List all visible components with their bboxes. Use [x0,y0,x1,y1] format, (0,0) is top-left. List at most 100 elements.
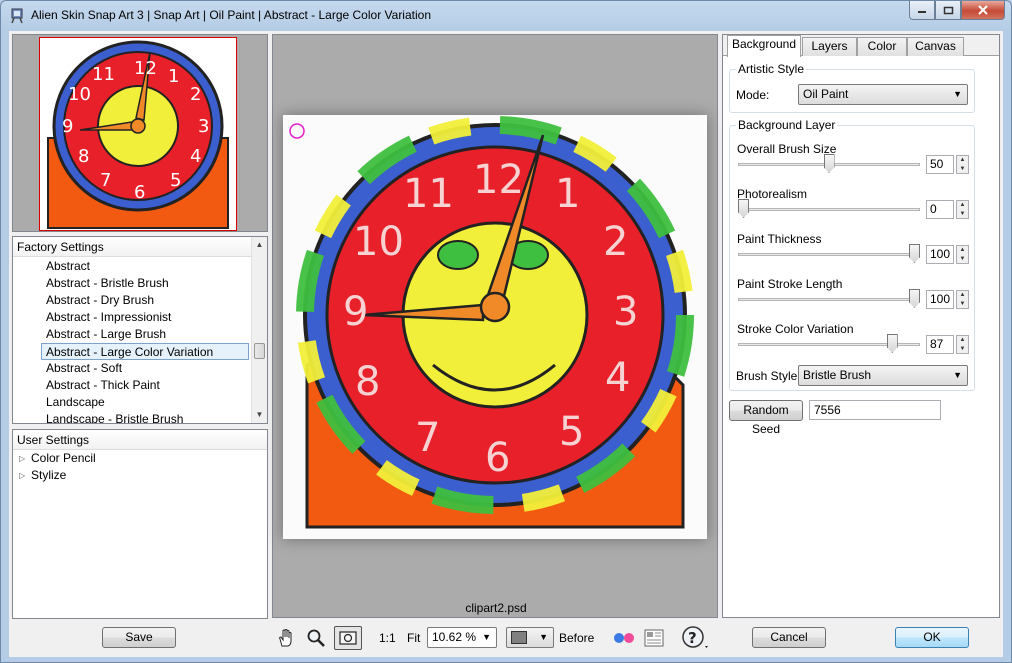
slider-value-input[interactable]: 87 [926,335,954,354]
tree-item-stylize[interactable]: ▷ Stylize [13,467,267,484]
tab-color[interactable]: Color [857,37,907,56]
background-color-select[interactable]: ▼ [506,627,554,648]
spin-down-icon[interactable]: ▼ [957,255,968,264]
random-seed-input[interactable]: 7556 [809,400,941,420]
dropdown-arrow-icon: ▼ [953,89,962,99]
slider-track[interactable] [738,253,920,256]
window-title: Alien Skin Snap Art 3 | Snap Art | Oil P… [31,8,431,22]
slider-label: Overall Brush Size [737,142,837,156]
app-window: Alien Skin Snap Art 3 | Snap Art | Oil P… [0,0,1012,663]
clock-numeral: 1 [555,171,580,217]
hand-tool[interactable] [274,626,298,650]
preset-item[interactable]: Abstract [13,258,251,275]
preset-item[interactable]: Abstract - Bristle Brush [13,275,251,292]
expand-triangle-icon[interactable]: ▷ [19,450,31,467]
spin-buttons[interactable]: ▲ ▼ [956,245,969,264]
cancel-button[interactable]: Cancel [752,627,826,648]
slider-thumb[interactable] [886,334,898,353]
slider-thumb[interactable] [909,244,920,263]
presets-scrollbar[interactable]: ▲ ▼ [251,237,267,423]
preset-item[interactable]: Abstract - Large Brush [13,326,251,343]
before-toggle[interactable]: Before [559,631,594,645]
tab-canvas[interactable]: Canvas [907,37,964,56]
preset-item[interactable]: Abstract - Impressionist [13,309,251,326]
preset-item[interactable]: Abstract - Dry Brush [13,292,251,309]
slider-thumb[interactable] [823,154,835,173]
brush-style-value: Bristle Brush [803,368,872,382]
svg-text:9: 9 [62,116,73,137]
one-to-one-zoom[interactable]: 1:1 [379,631,396,645]
gray-swatch-icon [511,631,527,645]
slider-thumb[interactable] [738,199,749,218]
slider-paint-stroke-length: Paint Stroke Length 100 ▲ ▼ [730,277,978,322]
clock-numeral: 3 [613,289,638,335]
tree-item-color-pencil[interactable]: ▷ Color Pencil [13,450,267,467]
svg-text:4: 4 [190,146,201,167]
spin-down-icon[interactable]: ▼ [957,210,968,219]
spin-buttons[interactable]: ▲ ▼ [956,335,969,354]
zoom-value: 10.62 % [432,630,477,644]
preset-item[interactable]: Abstract - Soft [13,360,251,377]
slider-value-input[interactable]: 100 [926,290,954,309]
slider-photorealism: Photorealism 0 ▲ ▼ [730,187,978,232]
spin-buttons[interactable]: ▲ ▼ [956,290,969,309]
svg-text:1: 1 [168,66,179,87]
spin-down-icon[interactable]: ▼ [957,165,968,174]
tab-background[interactable]: Background [727,35,801,57]
spin-down-icon[interactable]: ▼ [957,300,968,309]
layout-button[interactable] [642,626,666,650]
slider-value-input[interactable]: 50 [926,155,954,174]
tab-layers[interactable]: Layers [802,37,857,56]
expand-triangle-icon[interactable]: ▷ [19,467,31,484]
spin-up-icon[interactable]: ▲ [957,291,968,300]
preview-panel[interactable]: 12 1 2 3 4 5 6 7 8 9 10 11 clipart2.psd [272,34,718,618]
scroll-up-icon[interactable]: ▲ [252,237,267,253]
preset-thumbnail[interactable]: 12 1 2 3 45 6 78 9 10 11 [39,37,237,231]
brush-style-select[interactable]: Bristle Brush ▼ [798,365,968,386]
svg-text:7: 7 [100,170,111,191]
svg-text:?: ? [688,629,697,647]
help-button[interactable]: ? [681,626,709,650]
preset-item-selected[interactable]: Abstract - Large Color Variation [41,343,249,360]
fit-zoom[interactable]: Fit [407,631,420,645]
close-button[interactable] [961,1,1005,20]
spin-up-icon[interactable]: ▲ [957,156,968,165]
preset-item[interactable]: Abstract - Thick Paint [13,377,251,394]
tab-bar: Background Layers Color Canvas [723,35,999,57]
slider-label: Photorealism [737,187,808,201]
slider-value-input[interactable]: 0 [926,200,954,219]
mode-select[interactable]: Oil Paint ▼ [798,84,968,105]
random-seed-button[interactable]: Random Seed [729,400,803,436]
slider-track[interactable] [738,208,920,211]
slider-value-input[interactable]: 100 [926,245,954,264]
svg-text:11: 11 [92,64,115,85]
save-button[interactable]: Save [102,627,176,648]
slider-thumb[interactable] [909,289,920,308]
title-bar[interactable]: Alien Skin Snap Art 3 | Snap Art | Oil P… [1,1,1011,31]
zoom-tool[interactable] [304,626,328,650]
brush-style-label: Brush Style [736,369,798,383]
minimize-button[interactable] [909,1,935,20]
slider-track[interactable] [738,298,920,301]
slider-paint-thickness: Paint Thickness 100 ▲ ▼ [730,232,978,277]
scroll-down-icon[interactable]: ▼ [252,407,267,423]
preset-item[interactable]: Landscape - Bristle Brush [13,411,251,423]
preview-area-tool[interactable] [334,626,362,650]
preset-item[interactable]: Landscape [13,394,251,411]
flickr-button[interactable] [612,626,636,650]
ok-button[interactable]: OK [895,627,969,648]
settings-panel: Background Layers Color Canvas Artistic … [722,34,1000,618]
spin-up-icon[interactable]: ▲ [957,201,968,210]
preview-image[interactable]: 12 1 2 3 4 5 6 7 8 9 10 11 [283,115,707,539]
zoom-level-select[interactable]: 10.62 % ▼ [427,627,497,648]
scroll-thumb[interactable] [254,343,265,359]
background-layer-title: Background Layer [736,118,838,132]
app-icon[interactable] [9,8,25,24]
spin-buttons[interactable]: ▲ ▼ [956,200,969,219]
preview-frame-icon [339,631,357,645]
spin-up-icon[interactable]: ▲ [957,336,968,345]
maximize-button[interactable] [935,1,961,20]
spin-up-icon[interactable]: ▲ [957,246,968,255]
spin-down-icon[interactable]: ▼ [957,345,968,354]
spin-buttons[interactable]: ▲ ▼ [956,155,969,174]
